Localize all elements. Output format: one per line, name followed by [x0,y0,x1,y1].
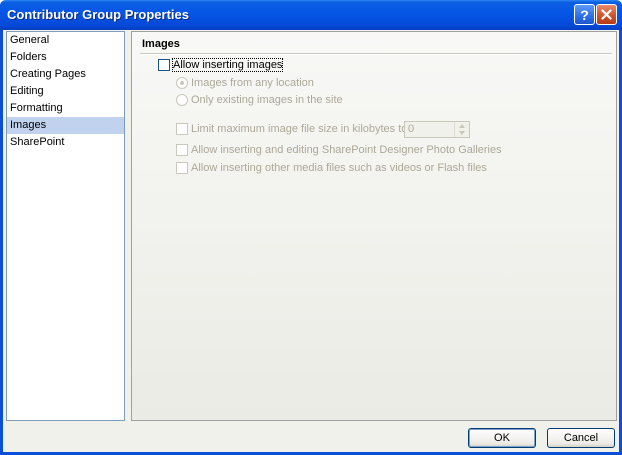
nav-item-creating-pages[interactable]: Creating Pages [7,66,124,83]
only-existing-images-label: Only existing images in the site [191,94,343,106]
section-divider [140,53,612,55]
other-media-label: Allow inserting other media files such a… [191,162,487,174]
limit-size-checkbox [176,123,188,135]
other-media-checkbox [176,162,188,174]
other-media-option: Allow inserting other media files such a… [176,162,487,174]
spinner-down-button [455,129,469,136]
nav-item-general[interactable]: General [7,32,124,49]
nav-item-formatting[interactable]: Formatting [7,100,124,117]
ok-button[interactable]: OK [468,428,536,448]
nav-item-folders[interactable]: Folders [7,49,124,66]
allow-inserting-images-checkbox[interactable] [158,59,170,71]
max-size-value: 0 [408,123,415,135]
photo-galleries-label: Allow inserting and editing SharePoint D… [191,144,502,156]
images-settings-panel: Images Allow inserting images Images fro… [131,31,617,421]
chevron-up-icon [459,123,465,128]
max-size-spinner: 0 [404,121,470,138]
only-existing-images-radio [176,94,188,106]
only-existing-images-option: Only existing images in the site [176,94,343,106]
radio-selected-dot [180,81,184,85]
nav-item-editing[interactable]: Editing [7,83,124,100]
nav-item-sharepoint[interactable]: SharePoint [7,134,124,151]
dialog-window: Contributor Group Properties ? General F… [0,0,622,455]
images-from-any-location-label: Images from any location [191,77,314,89]
close-icon [601,9,612,20]
images-from-any-location-radio [176,77,188,89]
help-button[interactable]: ? [574,4,595,25]
photo-galleries-option: Allow inserting and editing SharePoint D… [176,144,502,156]
photo-galleries-checkbox [176,144,188,156]
chevron-down-icon [459,130,465,135]
limit-size-label: Limit maximum image file size in kilobyt… [191,123,411,135]
nav-item-images[interactable]: Images [7,117,124,134]
help-icon: ? [580,6,589,23]
category-list[interactable]: General Folders Creating Pages Editing F… [6,31,125,421]
section-heading: Images [142,38,180,50]
title-bar[interactable]: Contributor Group Properties ? [0,0,622,30]
limit-size-option: Limit maximum image file size in kilobyt… [176,123,410,135]
spinner-arrows [454,122,469,137]
images-from-any-location-option: Images from any location [176,77,314,89]
window-title: Contributor Group Properties [7,7,189,22]
close-button[interactable] [596,4,617,25]
allow-inserting-images-label[interactable]: Allow inserting images [171,58,284,72]
cancel-button[interactable]: Cancel [547,428,615,448]
allow-inserting-images-option[interactable]: Allow inserting images [158,58,284,72]
spinner-up-button [455,122,469,129]
